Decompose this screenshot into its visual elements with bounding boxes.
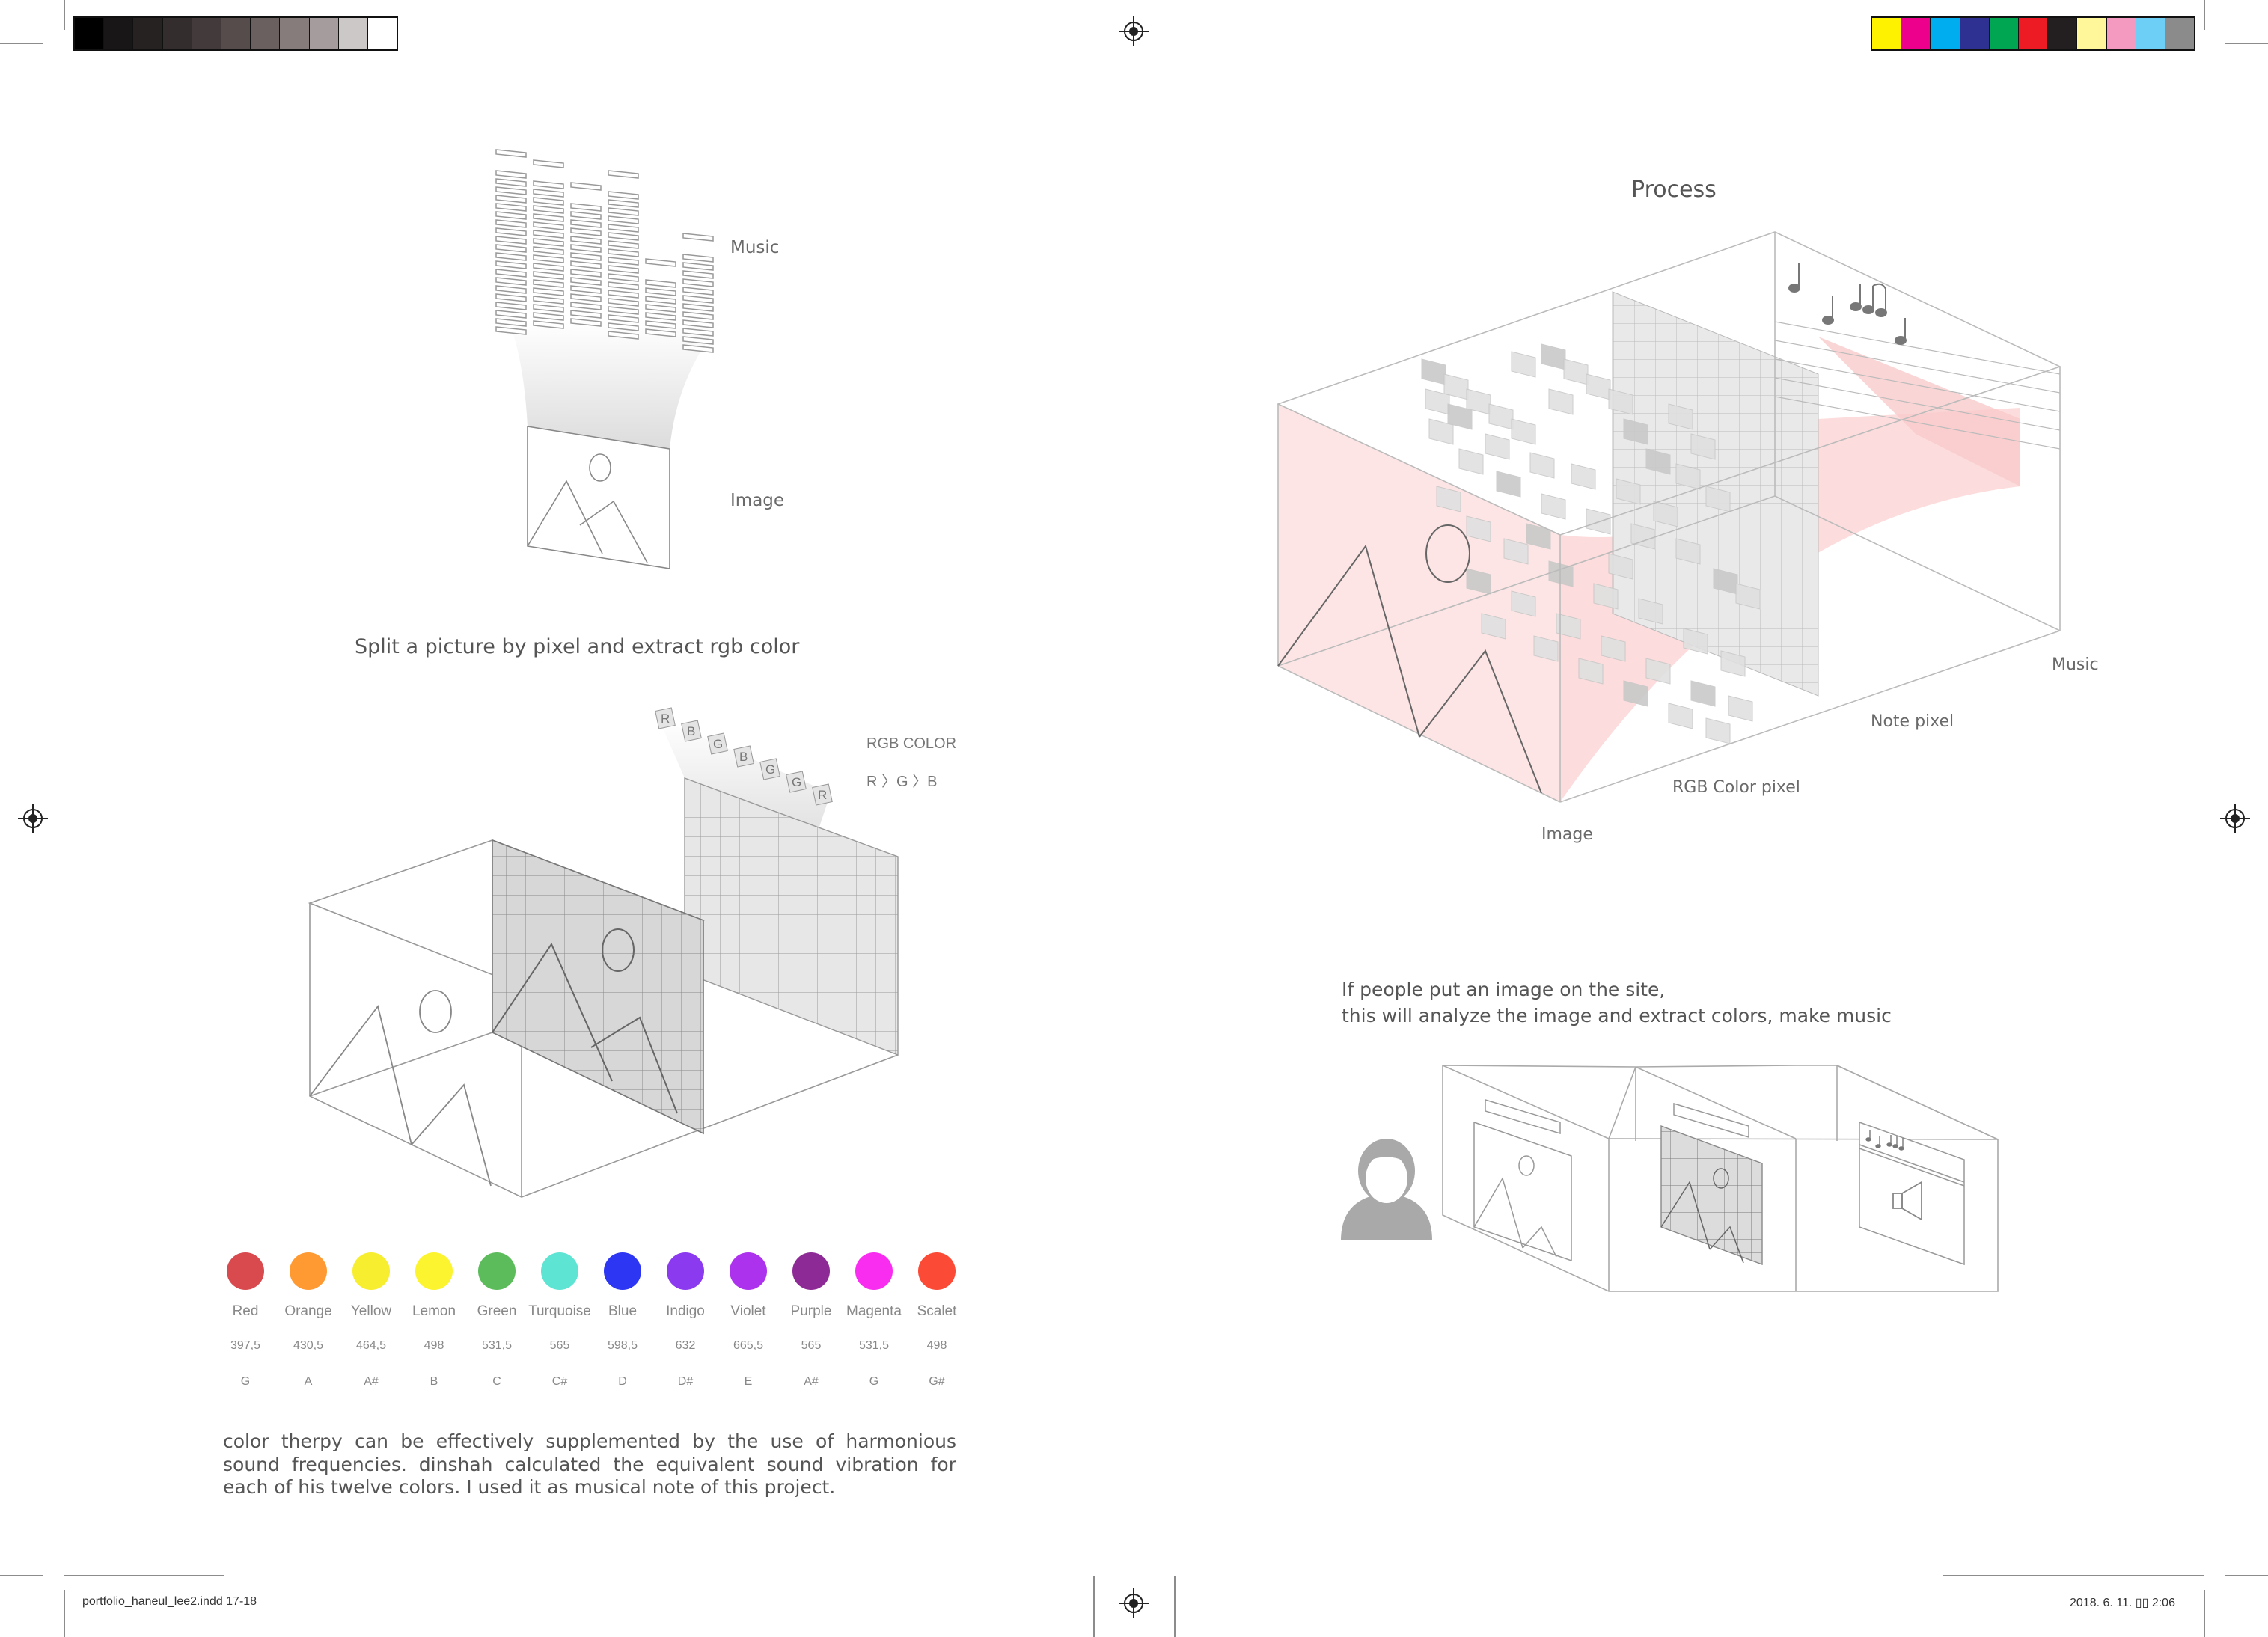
website-flow-diagram [1341, 1065, 1999, 1292]
user-avatar-icon [1341, 1139, 1432, 1240]
